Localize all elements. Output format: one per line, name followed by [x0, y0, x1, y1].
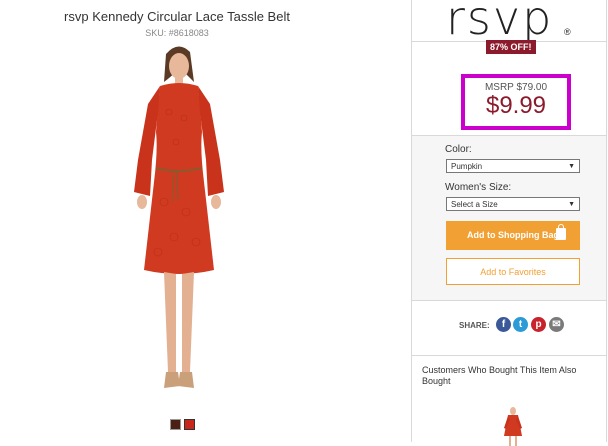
also-bought-title: Customers Who Bought This Item Also Boug… [422, 365, 577, 386]
size-label: Women's Size: [445, 182, 512, 193]
color-select[interactable]: Pumpkin ▼ [446, 159, 580, 173]
twitter-icon[interactable]: t [513, 317, 528, 332]
product-title: rsvp Kennedy Circular Lace Tassle Belt [64, 9, 290, 24]
sale-price: $9.99 [485, 92, 547, 119]
model-head [169, 53, 189, 79]
add-to-favorites-button[interactable]: Add to Favorites [446, 258, 580, 285]
share-section: SHARE: f t p ✉ [412, 300, 606, 355]
model-left-leg [164, 272, 176, 372]
chevron-down-icon: ▼ [568, 163, 575, 170]
product-sku: SKU: #8618083 [145, 28, 209, 38]
shopping-bag-icon [556, 224, 566, 240]
model-right-shoe [178, 372, 194, 388]
options-panel: Color: Pumpkin ▼ Women's Size: Select a … [412, 135, 606, 301]
model-left-shoe [164, 372, 180, 388]
color-select-value: Pumpkin [451, 162, 483, 171]
swatch-red[interactable] [184, 419, 195, 430]
swatch-brown[interactable] [170, 419, 181, 430]
registered-mark: ® [564, 27, 571, 37]
add-to-bag-label: Add to Shopping Bag [467, 230, 559, 240]
share-label: SHARE: [459, 321, 490, 330]
model-left-hand [137, 195, 147, 209]
facebook-icon[interactable]: f [496, 317, 511, 332]
also-bought-thumbnail[interactable] [502, 406, 524, 446]
model-right-leg [182, 272, 194, 372]
brand-header: rsvp ® [412, 0, 606, 42]
size-select[interactable]: Select a Size ▼ [446, 197, 580, 211]
purchase-sidebar: rsvp ® 87% OFF! MSRP $79.00 $9.99 Color:… [411, 0, 607, 446]
model-right-hand [211, 195, 221, 209]
chevron-down-icon: ▼ [568, 201, 575, 208]
size-select-value: Select a Size [451, 200, 498, 209]
brand-logo[interactable]: rsvp [446, 0, 553, 41]
color-label: Color: [445, 144, 472, 155]
color-swatches [170, 419, 195, 430]
price-box: MSRP $79.00 $9.99 [461, 74, 571, 130]
also-bought-section: Customers Who Bought This Item Also Boug… [412, 355, 606, 446]
email-icon[interactable]: ✉ [549, 317, 564, 332]
add-to-bag-button[interactable]: Add to Shopping Bag [446, 221, 580, 250]
product-image[interactable] [124, 42, 234, 414]
pinterest-icon[interactable]: p [531, 317, 546, 332]
discount-badge: 87% OFF! [486, 40, 536, 54]
